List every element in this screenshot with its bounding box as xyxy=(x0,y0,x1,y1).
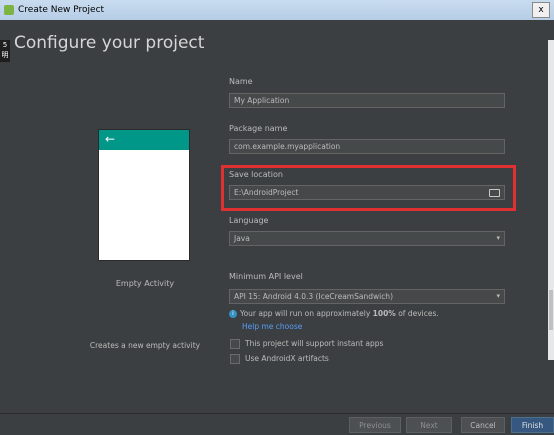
info-text-pre: Your app will run on approximately xyxy=(240,309,373,318)
info-text-post: of devices. xyxy=(395,309,439,318)
window-close-button[interactable]: x xyxy=(532,2,550,18)
template-name: Empty Activity xyxy=(115,279,175,288)
name-label: Name xyxy=(229,77,253,86)
package-name-field[interactable]: com.example.myapplication xyxy=(229,139,505,154)
preview-toolbar: ← xyxy=(99,130,189,150)
window-titlebar: Create New Project x xyxy=(0,0,554,20)
right-scrollbar[interactable] xyxy=(548,40,554,360)
window-title: Create New Project xyxy=(18,5,105,15)
cancel-button[interactable]: Cancel xyxy=(461,417,505,433)
min-api-label: Minimum API level xyxy=(229,272,303,281)
finish-button[interactable]: Finish xyxy=(511,417,554,433)
scrollbar-thumb[interactable] xyxy=(549,290,553,330)
info-icon: i xyxy=(229,310,237,318)
info-percent: 100% xyxy=(372,309,396,318)
language-select[interactable]: Java ▾ xyxy=(229,231,505,246)
package-name-label: Package name xyxy=(229,124,288,133)
language-label: Language xyxy=(229,216,269,225)
footer-divider xyxy=(0,413,554,414)
device-coverage-info: i Your app will run on approximately 100%… xyxy=(229,309,439,318)
next-button[interactable]: Next xyxy=(406,417,452,433)
androidx-checkbox[interactable] xyxy=(230,354,240,364)
chevron-down-icon: ▾ xyxy=(496,234,500,242)
androidx-option[interactable]: Use AndroidX artifacts xyxy=(230,354,329,364)
side-tab[interactable]: 5 明 xyxy=(0,40,10,62)
template-description: Creates a new empty activity xyxy=(89,341,201,350)
androidx-label: Use AndroidX artifacts xyxy=(245,354,329,363)
instant-apps-label: This project will support instant apps xyxy=(245,339,384,348)
min-api-select[interactable]: API 15: Android 4.0.3 (IceCreamSandwich)… xyxy=(229,289,505,304)
page-title: Configure your project xyxy=(14,33,205,53)
previous-button[interactable]: Previous xyxy=(349,417,401,433)
save-location-highlight xyxy=(221,165,516,211)
template-preview: ← xyxy=(99,130,189,260)
help-me-choose-link[interactable]: Help me choose xyxy=(242,322,302,331)
language-value: Java xyxy=(234,234,250,243)
instant-apps-checkbox[interactable] xyxy=(230,339,240,349)
android-studio-icon xyxy=(4,5,14,15)
side-tab-label: 5 明 xyxy=(1,41,9,59)
min-api-value: API 15: Android 4.0.3 (IceCreamSandwich) xyxy=(234,292,393,301)
name-field[interactable]: My Application xyxy=(229,93,505,108)
chevron-down-icon: ▾ xyxy=(496,292,500,300)
back-arrow-icon: ← xyxy=(105,132,116,146)
instant-apps-option[interactable]: This project will support instant apps xyxy=(230,339,383,349)
